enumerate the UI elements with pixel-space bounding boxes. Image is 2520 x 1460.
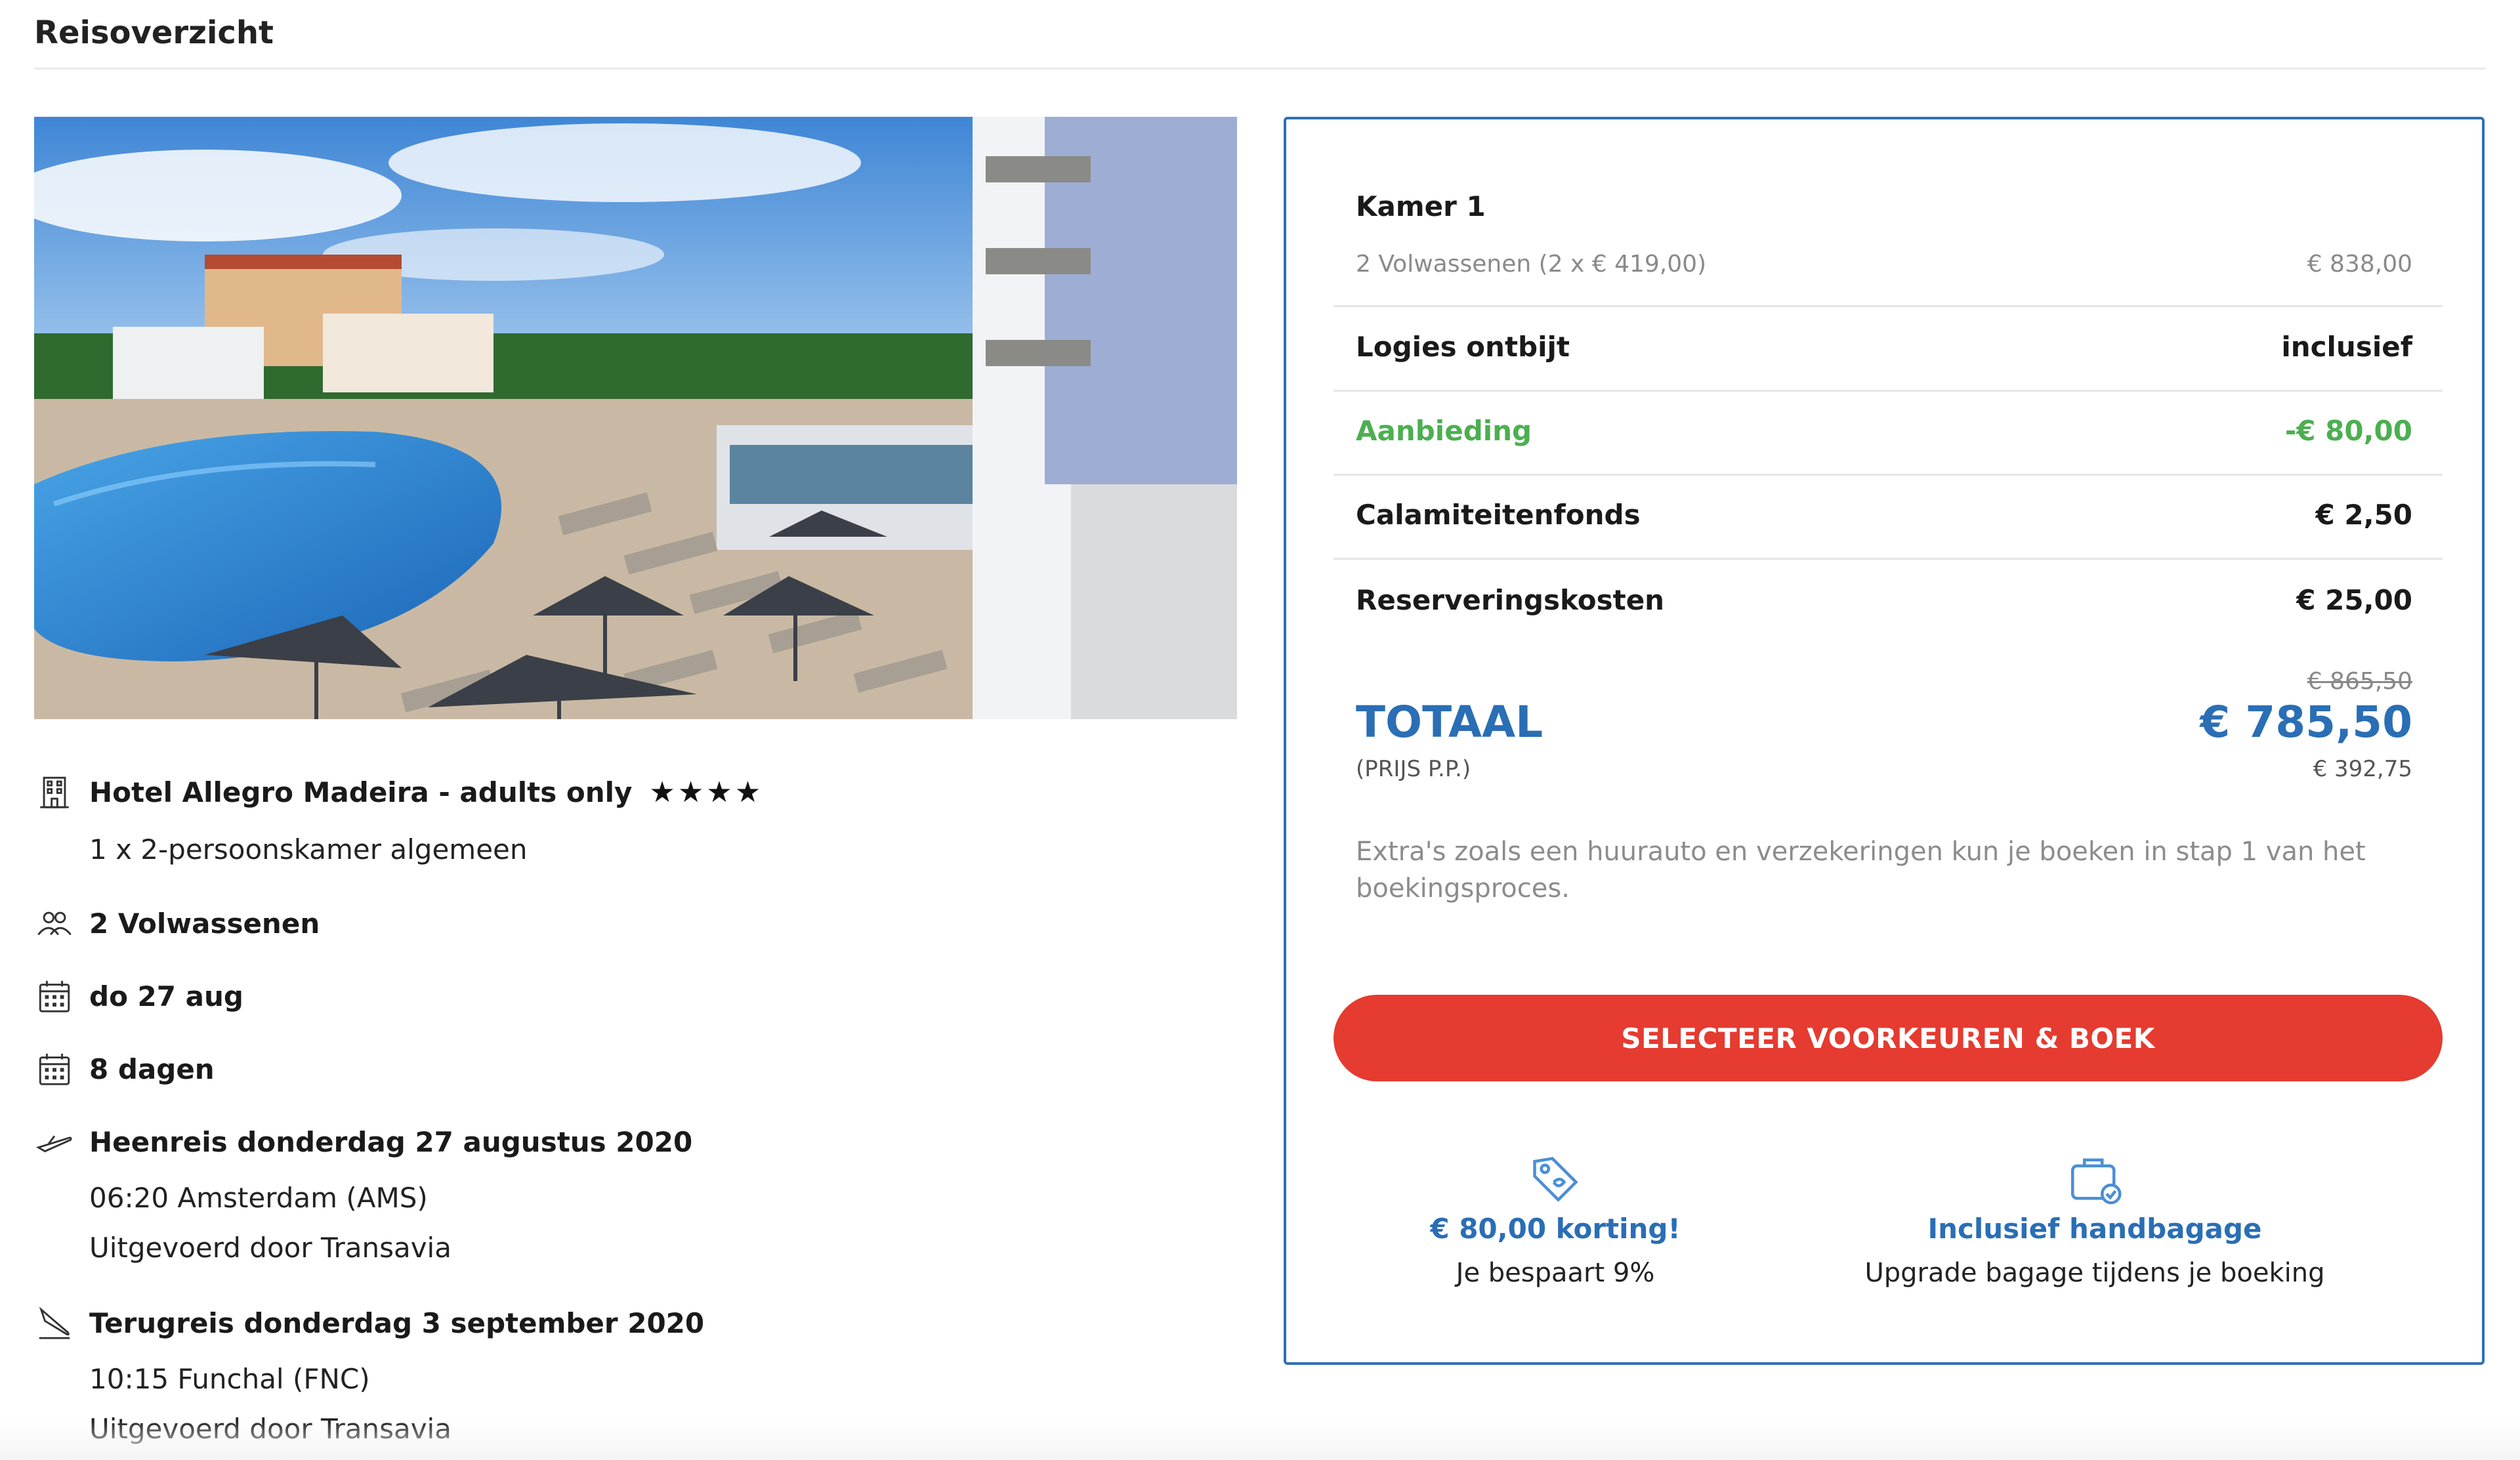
- outbound-operator: Uitgevoerd door Transavia: [89, 1232, 452, 1264]
- price-line-label: Reserveringskosten: [1356, 584, 1665, 616]
- price-line-value: € 25,00: [2296, 584, 2412, 616]
- discount-perk-title: € 80,00 korting!: [1430, 1213, 1681, 1245]
- outbound-departure: 06:20 Amsterdam (AMS): [89, 1182, 428, 1214]
- calendar-icon: [34, 976, 75, 1016]
- per-person-price: € 392,75: [2313, 756, 2412, 782]
- travelers-count: 2 Volwassenen: [89, 907, 320, 940]
- total-label: TOTAAL: [1356, 697, 1544, 747]
- plane-takeoff-icon: [34, 1121, 75, 1162]
- hotel-info-row: Hotel Allegro Madeira - adults only ★★★★: [34, 772, 763, 812]
- hotel-name: Hotel Allegro Madeira - adults only: [89, 776, 633, 808]
- building-icon: [34, 772, 75, 812]
- travelers-row: 2 Volwassenen: [34, 903, 320, 944]
- suitcase-check-icon: [2071, 1158, 2122, 1205]
- return-title: Terugreis donderdag 3 september 2020: [89, 1306, 705, 1339]
- price-line-label: Logies ontbijt: [1356, 331, 1570, 363]
- price-line-value: € 2,50: [2315, 499, 2412, 531]
- old-total-price: € 865,50: [2307, 668, 2412, 695]
- baggage-perk: Inclusief handbagage Upgrade bagage tijd…: [1826, 1150, 2364, 1288]
- discount-perk: € 80,00 korting! Je bespaart 9%: [1286, 1150, 1824, 1288]
- discount-perk-subtitle: Je bespaart 9%: [1456, 1258, 1655, 1288]
- departure-date: do 27 aug: [89, 980, 243, 1012]
- star-rating: ★★★★: [649, 775, 764, 809]
- room-price-detail: 2 Volwassenen (2 x € 419,00): [1356, 251, 1707, 278]
- divider: [1334, 390, 2443, 392]
- outbound-title: Heenreis donderdag 27 augustus 2020: [89, 1125, 693, 1158]
- duration-row: 8 dagen: [34, 1049, 215, 1089]
- price-line-label: Calamiteitenfonds: [1356, 499, 1641, 531]
- discount-value: -€ 80,00: [2284, 415, 2412, 447]
- title-divider: [34, 68, 2486, 70]
- baggage-perk-subtitle: Upgrade bagage tijdens je boeking: [1864, 1258, 2325, 1288]
- calendar-icon: [34, 1049, 75, 1089]
- room-title: Kamer 1: [1356, 190, 1486, 222]
- divider: [1334, 558, 2443, 560]
- select-and-book-button[interactable]: SELECTEER VOORKEUREN & BOEK: [1334, 995, 2443, 1081]
- discount-label: Aanbieding: [1356, 415, 1532, 447]
- trip-duration: 8 dagen: [89, 1053, 215, 1085]
- per-person-label: (PRIJS P.P.): [1356, 756, 1471, 782]
- room-price-amount: € 838,00: [2307, 251, 2412, 278]
- price-tag-icon: [1533, 1157, 1578, 1202]
- bottom-fade: [0, 1421, 2520, 1460]
- room-type: 1 x 2-persoonskamer algemeen: [89, 833, 528, 866]
- divider: [1334, 305, 2443, 307]
- hotel-photo-illustration: [34, 117, 1237, 719]
- outbound-row: Heenreis donderdag 27 augustus 2020: [34, 1121, 692, 1162]
- price-summary-card: Kamer 1 2 Volwassenen (2 x € 419,00) € 8…: [1284, 117, 2485, 1365]
- divider: [1334, 474, 2443, 476]
- date-row: do 27 aug: [34, 976, 243, 1016]
- people-icon: [34, 903, 75, 944]
- plane-landing-icon: [34, 1303, 75, 1343]
- return-departure: 10:15 Funchal (FNC): [89, 1363, 370, 1395]
- page-title: Reisoverzicht: [34, 14, 274, 51]
- hotel-photo: [34, 117, 1237, 719]
- total-price: € 785,50: [2200, 697, 2412, 747]
- extras-note: Extra's zoals een huurauto en verzekerin…: [1356, 837, 2366, 904]
- return-row: Terugreis donderdag 3 september 2020: [34, 1303, 704, 1343]
- baggage-perk-title: Inclusief handbagage: [1927, 1213, 2262, 1245]
- price-line-value: inclusief: [2281, 331, 2412, 363]
